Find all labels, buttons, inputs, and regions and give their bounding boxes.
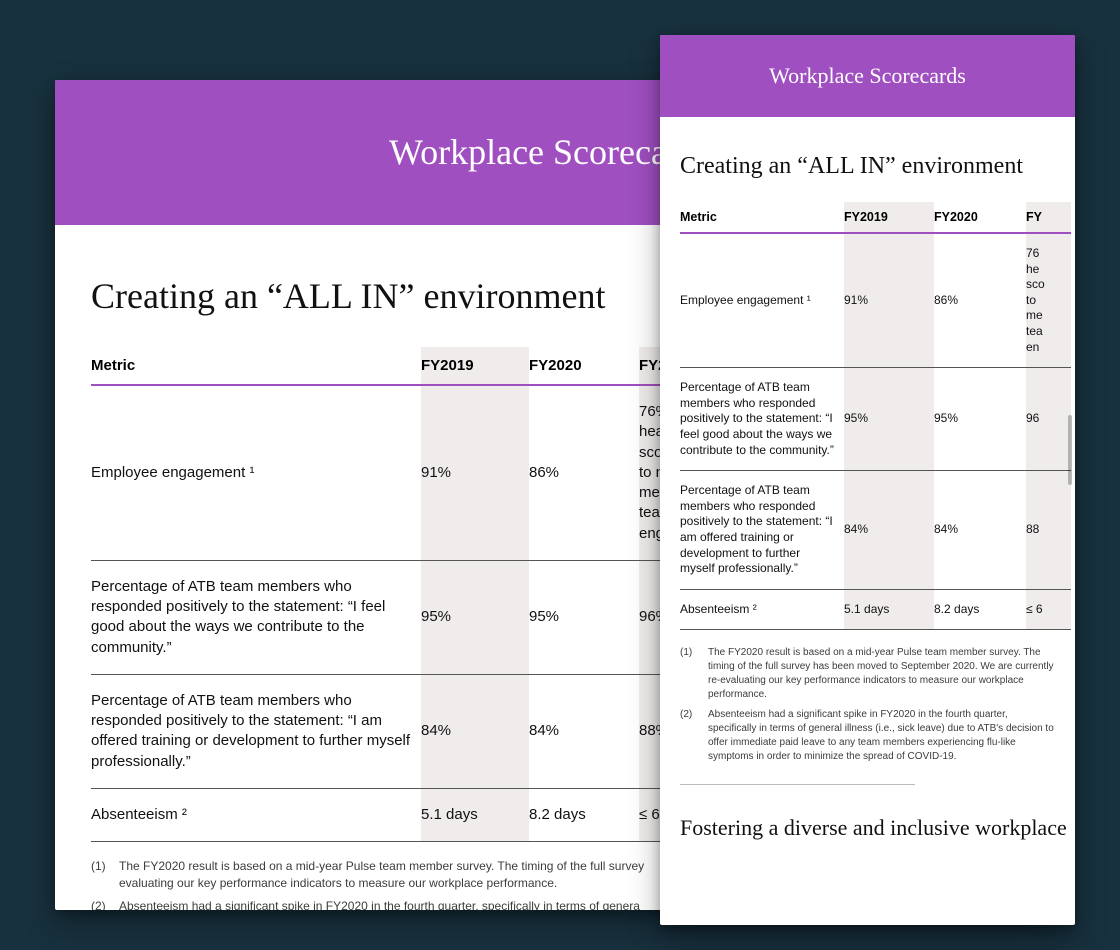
metric-label: Employee engagement ¹ xyxy=(680,233,844,368)
cell: 76 he sco to me tea en xyxy=(1026,233,1071,368)
metric-label: Absenteeism ² xyxy=(91,788,421,841)
cell: 84% xyxy=(844,471,934,590)
banner-small: Workplace Scorecards xyxy=(660,35,1075,117)
table-row: Percentage of ATB team members who respo… xyxy=(680,471,1071,590)
note-index: (1) xyxy=(680,646,708,702)
metric-label: Percentage of ATB team members who respo… xyxy=(680,368,844,471)
note-index: (2) xyxy=(680,708,708,764)
cell: 86% xyxy=(529,385,639,560)
col-metric: Metric xyxy=(91,347,421,385)
cell: 84% xyxy=(421,674,529,788)
scorecard-page-small: Workplace Scorecards Creating an “ALL IN… xyxy=(660,35,1075,925)
metric-label: Employee engagement ¹ xyxy=(91,385,421,560)
cell: 95% xyxy=(844,368,934,471)
note-index: (2) xyxy=(91,898,119,910)
cell: 84% xyxy=(529,674,639,788)
col-fy2019: FY2019 xyxy=(421,347,529,385)
metrics-table-small: Metric FY2019 FY2020 FY Employee engagem… xyxy=(680,202,1071,630)
col-fy-target: FY xyxy=(1026,202,1071,233)
table-row: Absenteeism ² 5.1 days 8.2 days ≤ 6 xyxy=(680,589,1071,630)
cell: 91% xyxy=(844,233,934,368)
metric-label: Absenteeism ² xyxy=(680,589,844,630)
col-fy2020: FY2020 xyxy=(934,202,1026,233)
section-title-all-in: Creating an “ALL IN” environment xyxy=(680,153,1071,180)
metric-label: Percentage of ATB team members who respo… xyxy=(91,560,421,674)
note-text: Absenteeism had a significant spike in F… xyxy=(708,708,1055,764)
col-metric: Metric xyxy=(680,202,844,233)
cell: 84% xyxy=(934,471,1026,590)
metric-label: Percentage of ATB team members who respo… xyxy=(91,674,421,788)
cell: 88 xyxy=(1026,471,1071,590)
footnotes-small: (1) The FY2020 result is based on a mid-… xyxy=(680,630,1071,764)
cell: 95% xyxy=(421,560,529,674)
cell: 86% xyxy=(934,233,1026,368)
note-index: (1) xyxy=(91,858,119,892)
section-divider xyxy=(680,784,915,785)
cell: 8.2 days xyxy=(529,788,639,841)
section-title-diversity: Fostering a diverse and inclusive workpl… xyxy=(680,813,1071,843)
table-row: Employee engagement ¹ 91% 86% 76 he sco … xyxy=(680,233,1071,368)
col-fy2020: FY2020 xyxy=(529,347,639,385)
cell: 91% xyxy=(421,385,529,560)
cell: 5.1 days xyxy=(421,788,529,841)
table-row: Percentage of ATB team members who respo… xyxy=(680,368,1071,471)
cell: 8.2 days xyxy=(934,589,1026,630)
scrollbar-indicator[interactable] xyxy=(1068,415,1072,485)
cell: ≤ 6 xyxy=(1026,589,1071,630)
cell: 5.1 days xyxy=(844,589,934,630)
col-fy2019: FY2019 xyxy=(844,202,934,233)
cell: 96 xyxy=(1026,368,1071,471)
cell: 95% xyxy=(934,368,1026,471)
cell: 95% xyxy=(529,560,639,674)
metric-label: Percentage of ATB team members who respo… xyxy=(680,471,844,590)
note-text: The FY2020 result is based on a mid-year… xyxy=(708,646,1055,702)
